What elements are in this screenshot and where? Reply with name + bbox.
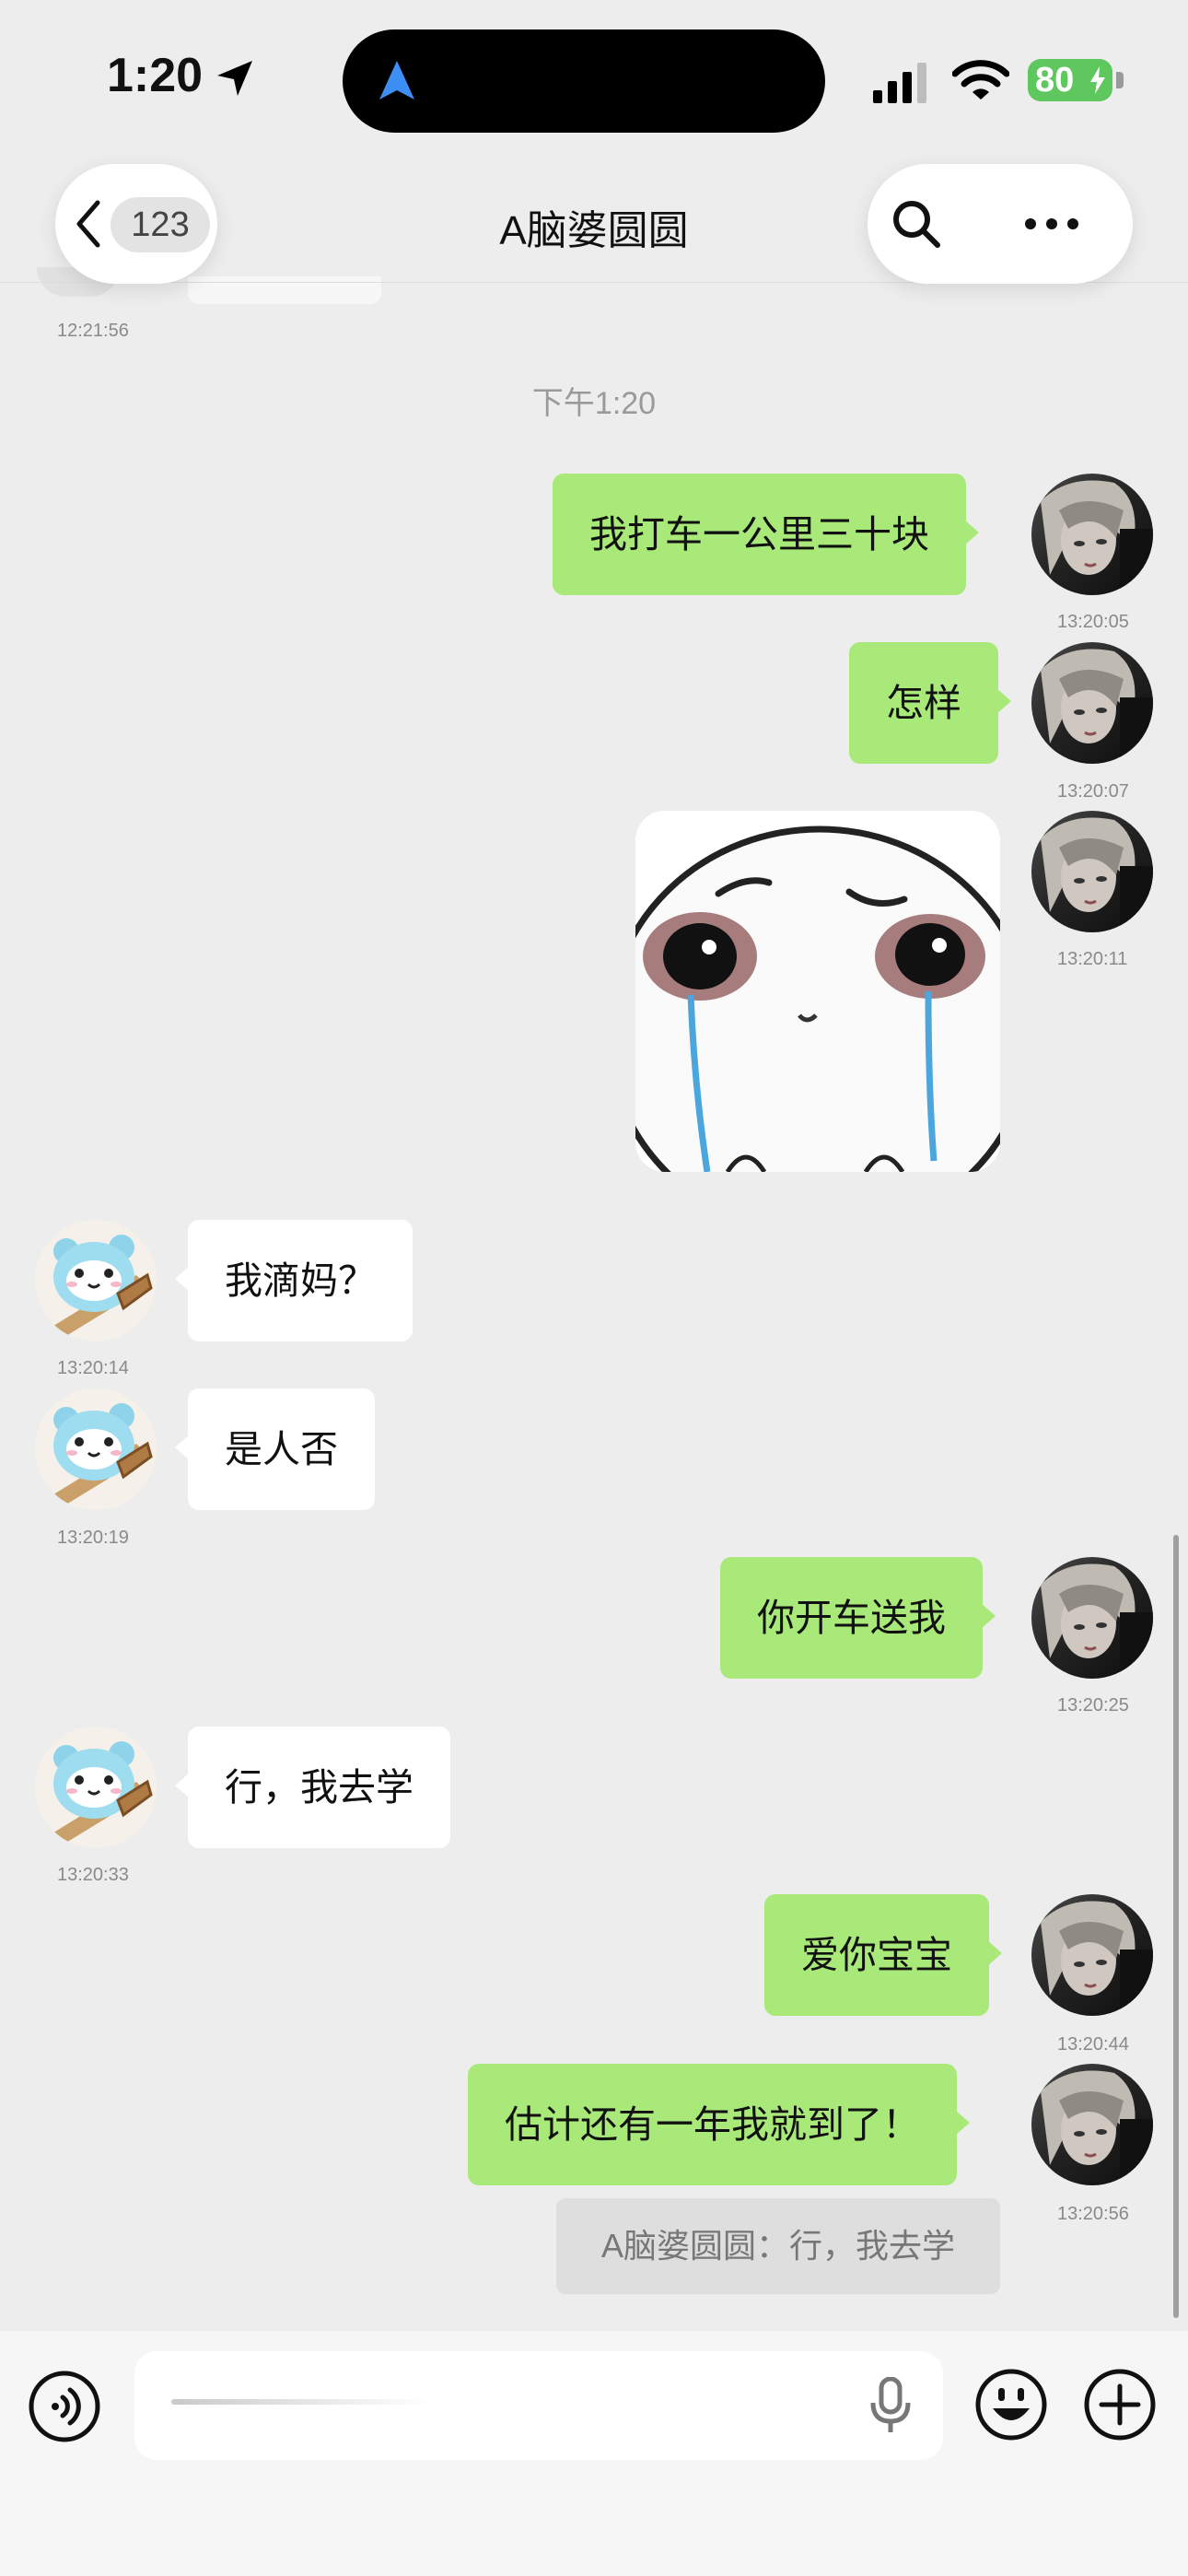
message-timestamp: 13:20:07 bbox=[1057, 781, 1129, 802]
sticker-message[interactable] bbox=[635, 811, 1000, 1172]
header-actions bbox=[868, 164, 1133, 284]
message-timestamp: 13:20:14 bbox=[57, 1358, 129, 1378]
message-timestamp: 13:20:11 bbox=[1057, 949, 1128, 969]
contact-avatar[interactable] bbox=[35, 1220, 157, 1341]
status-time: 1:20 bbox=[107, 49, 204, 102]
self-avatar[interactable] bbox=[1031, 2064, 1153, 2185]
wifi-icon bbox=[952, 60, 1009, 100]
message-input[interactable] bbox=[134, 2351, 943, 2460]
message-timestamp: 13:20:05 bbox=[1057, 612, 1129, 632]
message-timestamp: 13:20:56 bbox=[1057, 2204, 1129, 2224]
outgoing-message-bubble[interactable]: 你开车送我 bbox=[720, 1557, 996, 1679]
navigation-icon bbox=[379, 61, 414, 100]
self-avatar[interactable] bbox=[1031, 811, 1153, 932]
incoming-message-bubble[interactable]: 是人否 bbox=[175, 1388, 375, 1510]
self-avatar[interactable] bbox=[1031, 1557, 1153, 1679]
cellular-signal-icon bbox=[873, 63, 926, 103]
battery-indicator: 80 bbox=[1028, 59, 1112, 101]
more-icon[interactable] bbox=[1024, 217, 1079, 230]
outgoing-message-bubble[interactable]: 估计还有一年我就到了！ bbox=[468, 2064, 970, 2185]
incoming-message-bubble[interactable]: 行，我去学 bbox=[175, 1727, 450, 1848]
dynamic-island bbox=[343, 29, 825, 133]
quoted-reply[interactable]: A脑婆圆圆：行，我去学 bbox=[556, 2198, 1000, 2294]
message-timestamp: 13:20:25 bbox=[1057, 1695, 1129, 1715]
message-timestamp: 12:21:56 bbox=[57, 321, 129, 341]
battery-tip bbox=[1116, 72, 1124, 88]
outgoing-message-bubble[interactable]: 我打车一公里三十块 bbox=[553, 474, 979, 595]
location-arrow-icon bbox=[217, 61, 252, 96]
partial-bubble bbox=[188, 276, 381, 304]
crying-face-sticker bbox=[635, 825, 1000, 1172]
search-icon[interactable] bbox=[888, 195, 945, 252]
plus-icon[interactable] bbox=[1083, 2368, 1157, 2441]
voice-icon[interactable] bbox=[28, 2370, 101, 2443]
outgoing-message-bubble[interactable]: 爱你宝宝 bbox=[764, 1894, 1002, 2016]
message-timestamp: 13:20:19 bbox=[57, 1528, 129, 1548]
battery-level: 80 bbox=[1035, 61, 1075, 100]
emoji-icon[interactable] bbox=[974, 2368, 1048, 2441]
self-avatar[interactable] bbox=[1031, 642, 1153, 764]
microphone-icon[interactable] bbox=[869, 2377, 912, 2434]
input-placeholder bbox=[171, 2399, 429, 2405]
incoming-message-bubble[interactable]: 我滴妈？ bbox=[175, 1220, 413, 1341]
scrollbar[interactable] bbox=[1173, 1535, 1179, 2318]
contact-avatar[interactable] bbox=[35, 1388, 157, 1510]
outgoing-message-bubble[interactable]: 怎样 bbox=[849, 642, 1011, 764]
message-timestamp: 13:20:33 bbox=[57, 1865, 129, 1885]
self-avatar[interactable] bbox=[1031, 1894, 1153, 2016]
message-timestamp: 13:20:44 bbox=[1057, 2034, 1129, 2055]
charging-bolt-icon bbox=[1090, 66, 1105, 94]
time-divider: 下午1:20 bbox=[531, 386, 657, 421]
self-avatar[interactable] bbox=[1031, 474, 1153, 595]
contact-avatar[interactable] bbox=[35, 1727, 157, 1848]
